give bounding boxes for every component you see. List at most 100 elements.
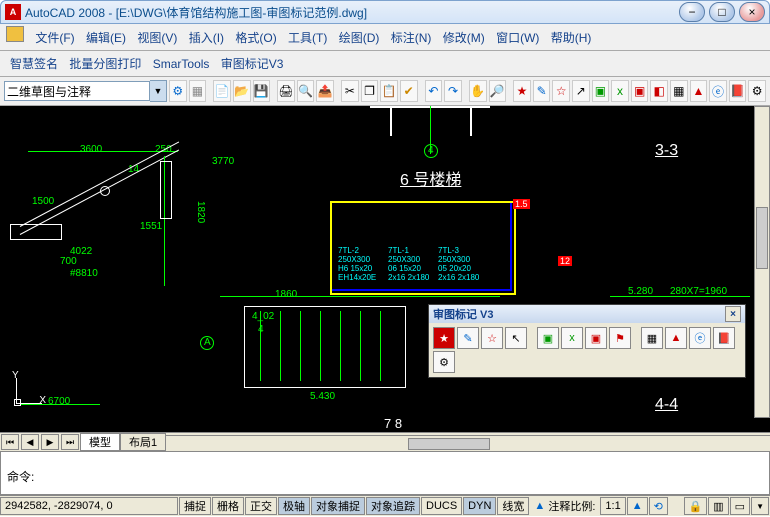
command-line[interactable]: 命令: bbox=[0, 451, 770, 495]
status-menu-icon[interactable]: ▼ bbox=[751, 497, 769, 515]
tab-first-icon[interactable]: ⏮ bbox=[1, 434, 19, 450]
status-coords[interactable]: 2942582, -2829074, 0 bbox=[0, 497, 178, 515]
menu-view[interactable]: 视图(V) bbox=[133, 27, 181, 48]
tab-hscroll[interactable] bbox=[166, 435, 770, 450]
tab-prev-icon[interactable]: ◀ bbox=[21, 434, 39, 450]
menu-draw[interactable]: 绘图(D) bbox=[335, 27, 384, 48]
menu-smart-sign[interactable]: 智慧签名 bbox=[6, 53, 62, 74]
menu-modify[interactable]: 修改(M) bbox=[439, 27, 489, 48]
status-tray-icon[interactable]: ▥ bbox=[708, 497, 728, 515]
menu-insert[interactable]: 插入(I) bbox=[185, 27, 228, 48]
workspace-input[interactable] bbox=[4, 81, 150, 101]
menu-annotate[interactable]: 标注(N) bbox=[387, 27, 436, 48]
workspace-dropdown-icon[interactable]: ▼ bbox=[150, 80, 167, 102]
print-icon[interactable]: 🖨 bbox=[277, 80, 295, 102]
close-button[interactable]: × bbox=[739, 2, 765, 22]
menu-tools[interactable]: 工具(T) bbox=[284, 27, 331, 48]
status-clean-icon[interactable]: ▭ bbox=[730, 497, 750, 515]
t2-icon[interactable]: ✎ bbox=[533, 80, 551, 102]
undo-icon[interactable]: ↶ bbox=[425, 80, 443, 102]
tab-next-icon[interactable]: ▶ bbox=[41, 434, 59, 450]
fp-ie-icon[interactable]: ⓔ bbox=[689, 327, 711, 349]
scroll-thumb[interactable] bbox=[408, 438, 490, 450]
menu-review-v3[interactable]: 审图标记V3 bbox=[217, 53, 288, 74]
zoom-icon[interactable]: 🔎 bbox=[489, 80, 507, 102]
t6-icon[interactable]: x bbox=[611, 80, 629, 102]
menu-window[interactable]: 窗口(W) bbox=[492, 27, 543, 48]
review-mark-toolbar[interactable]: 审图标记 V3 × ★ ✎ ☆ ↖ ▣ x ▣ ⚑ ▦ ▲ ⓔ 📕 ⚙ bbox=[428, 304, 746, 378]
status-grid[interactable]: 栅格 bbox=[212, 497, 244, 515]
tab-layout1[interactable]: 布局1 bbox=[120, 433, 166, 451]
redo-icon[interactable]: ↷ bbox=[444, 80, 462, 102]
workspace-settings-icon[interactable]: ⚙ bbox=[169, 80, 187, 102]
status-scale[interactable]: 1:1 bbox=[600, 497, 625, 515]
fp-box-icon[interactable]: ▣ bbox=[537, 327, 559, 349]
cad-line bbox=[260, 311, 261, 381]
fp-book-icon[interactable]: 📕 bbox=[713, 327, 735, 349]
status-dyn[interactable]: DYN bbox=[463, 497, 496, 515]
menu-smartools[interactable]: SmarTools bbox=[149, 55, 214, 73]
new-icon[interactable]: 📄 bbox=[213, 80, 231, 102]
preview-icon[interactable]: 🔍 bbox=[297, 80, 315, 102]
t1-icon[interactable]: ★ bbox=[513, 80, 531, 102]
status-lock-icon[interactable]: 🔒 bbox=[684, 497, 708, 515]
t13-icon[interactable]: ⚙ bbox=[748, 80, 766, 102]
dim-text: 1860 bbox=[275, 289, 297, 300]
status-otrack[interactable]: 对象追踪 bbox=[366, 497, 420, 515]
t7-icon[interactable]: ▣ bbox=[631, 80, 649, 102]
layout-tabs: ⏮ ◀ ▶ ⏭ 模型 布局1 bbox=[0, 432, 770, 451]
fp-grid-icon[interactable]: ▦ bbox=[641, 327, 663, 349]
menu-format[interactable]: 格式(O) bbox=[231, 27, 280, 48]
app-icon: A bbox=[5, 4, 21, 20]
t5-icon[interactable]: ▣ bbox=[592, 80, 610, 102]
minimize-button[interactable]: − bbox=[679, 2, 705, 22]
fp-star-icon[interactable]: ★ bbox=[433, 327, 455, 349]
tab-model[interactable]: 模型 bbox=[80, 433, 120, 451]
status-lweight[interactable]: 线宽 bbox=[497, 497, 529, 515]
fp-excel-icon[interactable]: x bbox=[561, 327, 583, 349]
status-ducs[interactable]: DUCS bbox=[421, 497, 462, 515]
vertical-scrollbar[interactable] bbox=[754, 106, 770, 418]
t8-icon[interactable]: ◧ bbox=[650, 80, 668, 102]
status-snap[interactable]: 捕捉 bbox=[179, 497, 211, 515]
status-osnap[interactable]: 对象捕捉 bbox=[311, 497, 365, 515]
status-polar[interactable]: 极轴 bbox=[278, 497, 310, 515]
copy-icon[interactable]: ❐ bbox=[361, 80, 379, 102]
save-icon[interactable]: 💾 bbox=[253, 80, 271, 102]
panel-close-icon[interactable]: × bbox=[725, 306, 741, 322]
scroll-thumb[interactable] bbox=[756, 207, 768, 269]
match-icon[interactable]: ✔ bbox=[400, 80, 418, 102]
status-annoauto-icon[interactable]: ⟲ bbox=[649, 497, 668, 515]
status-ortho[interactable]: 正交 bbox=[245, 497, 277, 515]
fp-star2-icon[interactable]: ☆ bbox=[481, 327, 503, 349]
fp-pen-icon[interactable]: ✎ bbox=[457, 327, 479, 349]
paste-icon[interactable]: 📋 bbox=[380, 80, 398, 102]
fp-tri-icon[interactable]: ▲ bbox=[665, 327, 687, 349]
cut-icon[interactable]: ✂ bbox=[341, 80, 359, 102]
fp-gear-icon[interactable]: ⚙ bbox=[433, 351, 455, 373]
t10-icon[interactable]: ▲ bbox=[690, 80, 708, 102]
publish-icon[interactable]: 📤 bbox=[316, 80, 334, 102]
menu-batch-plot[interactable]: 批量分图打印 bbox=[65, 53, 145, 74]
sys-menu-icon[interactable] bbox=[6, 26, 24, 42]
workspace-save-icon[interactable]: ▦ bbox=[189, 80, 207, 102]
menu-file[interactable]: 文件(F) bbox=[31, 27, 78, 48]
fp-box2-icon[interactable]: ▣ bbox=[585, 327, 607, 349]
t11-icon[interactable]: ⓔ bbox=[709, 80, 727, 102]
menu-edit[interactable]: 编辑(E) bbox=[82, 27, 130, 48]
maximize-button[interactable]: □ bbox=[709, 2, 735, 22]
pan-icon[interactable]: ✋ bbox=[469, 80, 487, 102]
workspace-combo[interactable]: ▼ bbox=[4, 80, 167, 102]
t12-icon[interactable]: 📕 bbox=[729, 80, 747, 102]
fp-flag-icon[interactable]: ⚑ bbox=[609, 327, 631, 349]
fp-cursor-icon[interactable]: ↖ bbox=[505, 327, 527, 349]
open-icon[interactable]: 📂 bbox=[233, 80, 251, 102]
status-annovis-icon[interactable]: ▲ bbox=[627, 497, 648, 515]
drawing-area[interactable]: 4 3-3 6 号楼梯 3600 250 3770 1500 14 1820 1… bbox=[0, 106, 770, 432]
t9-icon[interactable]: ▦ bbox=[670, 80, 688, 102]
menu-help[interactable]: 帮助(H) bbox=[547, 27, 596, 48]
t3-icon[interactable]: ☆ bbox=[552, 80, 570, 102]
tab-last-icon[interactable]: ⏭ bbox=[61, 434, 79, 450]
t4-icon[interactable]: ↗ bbox=[572, 80, 590, 102]
panel-title-bar[interactable]: 审图标记 V3 × bbox=[429, 305, 745, 323]
